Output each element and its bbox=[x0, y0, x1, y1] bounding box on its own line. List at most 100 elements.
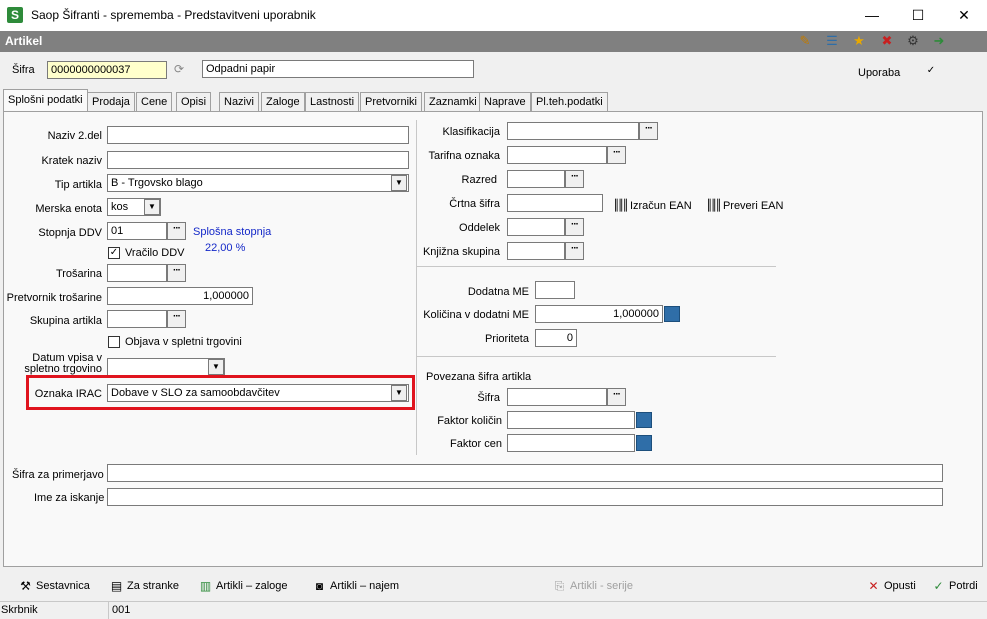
knjizna-skupina-label: Knjižna skupina bbox=[422, 246, 500, 258]
series-icon: ⎘ bbox=[554, 579, 565, 593]
potrdi-button[interactable]: ✓ Potrdi bbox=[931, 579, 977, 597]
naziv2-input[interactable] bbox=[107, 126, 409, 144]
pretvornik-trosarine-label: Pretvornik trošarine bbox=[6, 292, 102, 304]
chevron-down-icon[interactable]: ▼ bbox=[144, 199, 160, 215]
uporaba-checkbox[interactable]: ✓ bbox=[925, 66, 937, 78]
sifra-label: Šifra bbox=[12, 64, 35, 76]
preveri-ean-button[interactable]: ║║║ Preveri EAN bbox=[706, 199, 783, 212]
artikli-zaloge-button[interactable]: ▥ Artikli – zaloge bbox=[198, 579, 288, 597]
stopnja-ddv-browse-button[interactable]: ··· bbox=[167, 222, 186, 240]
cancel-icon: ✕ bbox=[868, 579, 879, 593]
oddelek-input[interactable] bbox=[507, 218, 565, 236]
naziv-input[interactable]: Odpadni papir bbox=[202, 60, 474, 78]
tab-zaznamki[interactable]: Zaznamki bbox=[424, 92, 482, 111]
tarifna-oznaka-browse-button[interactable]: ··· bbox=[607, 146, 626, 164]
pretvornik-trosarine-input[interactable]: 1,000000 bbox=[107, 287, 253, 305]
rental-icon: ◙ bbox=[315, 579, 324, 593]
sifra-input[interactable]: 0000000000037 bbox=[47, 61, 167, 79]
tab-pretvorniki[interactable]: Pretvorniki bbox=[360, 92, 422, 111]
faktor-kolicin-input[interactable] bbox=[507, 411, 635, 429]
crtna-sifra-input[interactable] bbox=[507, 194, 603, 212]
export-icon[interactable]: ➜ bbox=[931, 33, 947, 49]
list-icon[interactable]: ☰ bbox=[824, 33, 840, 49]
faktor-cen-input[interactable] bbox=[507, 434, 635, 452]
merska-enota-label: Merska enota bbox=[35, 203, 102, 215]
barcode-icon: ║║║ bbox=[706, 199, 722, 212]
knjizna-skupina-input[interactable] bbox=[507, 242, 565, 260]
tip-artikla-select[interactable]: B - Trgovsko blago bbox=[107, 174, 409, 192]
minimize-button[interactable]: — bbox=[849, 0, 895, 31]
skupina-artikla-input[interactable] bbox=[107, 310, 167, 328]
crtna-sifra-label: Črtna šifra bbox=[449, 198, 500, 210]
opusti-button[interactable]: ✕ Opusti bbox=[866, 579, 915, 597]
kratek-naziv-input[interactable] bbox=[107, 151, 409, 169]
ddv-rate: 22,00 % bbox=[205, 242, 246, 254]
tab-cene[interactable]: Cene bbox=[136, 92, 173, 111]
razred-browse-button[interactable]: ··· bbox=[565, 170, 584, 188]
delete-icon[interactable]: ✖ bbox=[879, 33, 895, 49]
calculator-icon[interactable] bbox=[664, 306, 680, 322]
oddelek-browse-button[interactable]: ··· bbox=[565, 218, 584, 236]
objava-label: Objava v spletni trgovini bbox=[125, 336, 242, 348]
tab-pl-teh-podatki[interactable]: Pl.teh.podatki bbox=[531, 92, 608, 111]
star-icon[interactable]: ★ bbox=[851, 33, 867, 49]
tab-zaloge[interactable]: Zaloge bbox=[261, 92, 305, 111]
tarifna-oznaka-input[interactable] bbox=[507, 146, 607, 164]
chevron-down-icon[interactable]: ▼ bbox=[391, 175, 407, 191]
component-icon: ⚒ bbox=[20, 579, 31, 593]
vracilo-ddv-checkbox[interactable]: ✓ bbox=[108, 247, 120, 259]
list-icon: ▤ bbox=[110, 579, 123, 593]
confirm-icon: ✓ bbox=[933, 579, 944, 593]
dodatna-me-input[interactable] bbox=[535, 281, 575, 299]
za-stranke-button[interactable]: ▤ Za stranke bbox=[109, 579, 179, 597]
knjizna-skupina-browse-button[interactable]: ··· bbox=[565, 242, 584, 260]
divider-2 bbox=[416, 356, 776, 357]
klasifikacija-browse-button[interactable]: ··· bbox=[639, 122, 658, 140]
objava-checkbox[interactable] bbox=[108, 336, 120, 348]
trosarina-input[interactable] bbox=[107, 264, 167, 282]
settings-icon[interactable]: ⚙ bbox=[905, 33, 921, 49]
prioriteta-input[interactable]: 0 bbox=[535, 329, 577, 347]
skupina-artikla-browse-button[interactable]: ··· bbox=[167, 310, 186, 328]
razred-input[interactable] bbox=[507, 170, 565, 188]
trosarina-browse-button[interactable]: ··· bbox=[167, 264, 186, 282]
tab-splosni-podatki[interactable]: Splošni podatki bbox=[3, 89, 88, 112]
ime-iskanje-input[interactable] bbox=[107, 488, 943, 506]
tab-naprave[interactable]: Naprave bbox=[479, 92, 531, 111]
tip-artikla-label: Tip artikla bbox=[54, 179, 102, 191]
status-divider bbox=[108, 602, 109, 619]
povezana-sifra-browse-button[interactable]: ··· bbox=[607, 388, 626, 406]
chevron-down-icon[interactable]: ▼ bbox=[208, 359, 224, 375]
stopnja-ddv-label: Stopnja DDV bbox=[38, 227, 102, 239]
stock-icon: ▥ bbox=[199, 579, 212, 593]
tab-lastnosti[interactable]: Lastnosti bbox=[305, 92, 360, 111]
edit-icon[interactable]: ✎ bbox=[797, 33, 813, 49]
tab-opisi[interactable]: Opisi bbox=[176, 92, 212, 111]
skupina-artikla-label: Skupina artikla bbox=[29, 315, 102, 327]
tab-nazivi[interactable]: Nazivi bbox=[219, 92, 259, 111]
status-value: 001 bbox=[112, 604, 131, 616]
klasifikacija-label: Klasifikacija bbox=[442, 126, 500, 138]
sestavnica-button[interactable]: ⚒ Sestavnica bbox=[18, 579, 90, 597]
refresh-icon[interactable]: ⟳ bbox=[174, 62, 188, 76]
maximize-button[interactable]: ☐ bbox=[895, 0, 941, 31]
sifra-primerjavo-input[interactable] bbox=[107, 464, 943, 482]
calculator-icon[interactable] bbox=[636, 435, 652, 451]
povezana-sifra-input[interactable] bbox=[507, 388, 607, 406]
stopnja-ddv-input[interactable]: 01 bbox=[107, 222, 167, 240]
ddv-description: Splošna stopnja bbox=[193, 226, 272, 238]
datum-vpisa-label: Datum vpisa v spletno trgovino bbox=[24, 353, 102, 375]
artikli-najem-button[interactable]: ◙ Artikli – najem bbox=[312, 579, 399, 597]
tab-prodaja[interactable]: Prodaja bbox=[87, 92, 135, 111]
ime-iskanje-label: Ime za iskanje bbox=[34, 492, 105, 504]
izracun-ean-button[interactable]: ║║║ Izračun EAN bbox=[613, 199, 692, 212]
artikli-serije-button[interactable]: ⎘ Artikli - serije bbox=[552, 579, 633, 597]
klasifikacija-input[interactable] bbox=[507, 122, 639, 140]
kolicina-input[interactable]: 1,000000 bbox=[535, 305, 663, 323]
calculator-icon[interactable] bbox=[636, 412, 652, 428]
kolicina-label: Količina v dodatni ME bbox=[423, 309, 529, 321]
close-button[interactable]: ✕ bbox=[941, 0, 987, 31]
oddelek-label: Oddelek bbox=[459, 222, 500, 234]
povezana-sifra-field-label: Šifra bbox=[477, 392, 500, 404]
prioriteta-label: Prioriteta bbox=[484, 333, 529, 345]
